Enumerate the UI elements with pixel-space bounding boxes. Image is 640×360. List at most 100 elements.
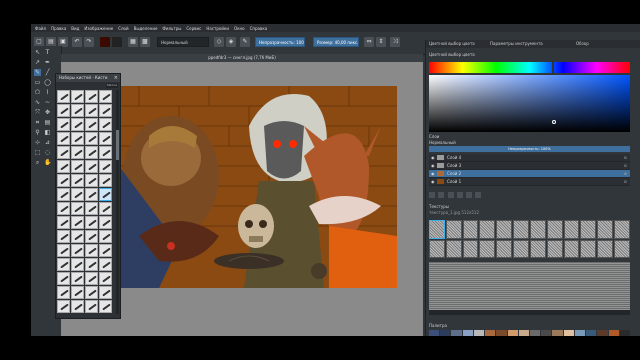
brush-preset-46[interactable] [71, 244, 84, 257]
ellipse-tool-icon[interactable]: ◯ [44, 79, 51, 86]
pan-tool-icon[interactable]: ✋ [44, 159, 51, 166]
saturation-value-square[interactable] [429, 75, 630, 132]
menu-image[interactable]: Изображение [84, 26, 113, 31]
pattern-item[interactable] [462, 239, 479, 258]
eye-icon[interactable]: ◉ [431, 155, 435, 160]
pattern-item[interactable] [597, 220, 614, 239]
palette-swatch[interactable] [496, 330, 507, 336]
pattern-item[interactable] [462, 220, 479, 239]
gradient-tool-icon[interactable]: ▤ [44, 119, 51, 126]
brush-preset-4[interactable] [99, 90, 112, 103]
brush-preset-24[interactable] [99, 160, 112, 173]
brush-preset-3[interactable] [85, 90, 98, 103]
brush-preset-icon[interactable]: ✎ [240, 37, 250, 47]
color-picker-icon[interactable]: ⚲ [34, 129, 41, 136]
brush-preset-62[interactable] [71, 300, 84, 313]
palette-swatch[interactable] [440, 330, 451, 336]
move-layer-down-icon[interactable] [456, 192, 463, 198]
palette-swatch[interactable] [507, 330, 518, 336]
undo-icon[interactable]: ↶ [72, 37, 82, 47]
redo-icon[interactable]: ↷ [84, 37, 94, 47]
hue-handle[interactable] [552, 60, 554, 75]
brush-preset-64[interactable] [99, 300, 112, 313]
brush-preset-61[interactable] [57, 300, 70, 313]
add-layer-icon[interactable] [429, 192, 435, 198]
foreground-color-swatch[interactable] [100, 37, 110, 47]
brush-panel-scrollbar[interactable] [116, 90, 119, 314]
pattern-item[interactable] [513, 239, 529, 258]
layer-row[interactable]: ◉ Слой 1 ⊙ [429, 178, 630, 186]
size-slider[interactable]: Размер: 40,00 пикс. [313, 37, 359, 47]
scrollbar-thumb[interactable] [116, 130, 119, 160]
crop-tool-icon[interactable]: ⌗ [34, 119, 41, 126]
brush-preset-19[interactable] [85, 146, 98, 159]
menu-settings[interactable]: Настройки [206, 26, 229, 31]
eye-icon[interactable]: ◉ [431, 179, 435, 184]
brush-preset-10[interactable] [71, 118, 84, 131]
menu-window[interactable]: Окно [234, 26, 245, 31]
duplicate-layer-icon[interactable] [438, 192, 445, 198]
pattern-item[interactable] [529, 220, 546, 239]
brush-preset-26[interactable] [71, 174, 84, 187]
brush-preset-54[interactable] [71, 272, 84, 285]
brush-preset-21[interactable] [57, 160, 70, 173]
hue-slider[interactable] [429, 62, 630, 73]
color-picker-handle[interactable] [552, 120, 556, 124]
text-tool-icon[interactable]: T [44, 49, 51, 56]
pattern-item[interactable] [445, 239, 462, 258]
pattern-scale-slider[interactable] [429, 310, 630, 315]
brush-preset-32[interactable] [99, 188, 112, 201]
brush-preset-37[interactable] [57, 216, 70, 229]
lock-icon[interactable]: ⊙ [624, 178, 627, 185]
brush-preset-15[interactable] [85, 132, 98, 145]
pattern-item[interactable] [429, 220, 445, 239]
menu-edit[interactable]: Правка [51, 26, 66, 31]
brush-preset-17[interactable] [57, 146, 70, 159]
lock-icon[interactable]: ⊙ [624, 170, 627, 177]
brush-preset-45[interactable] [57, 244, 70, 257]
pattern-item[interactable] [529, 239, 546, 258]
pattern-item[interactable] [479, 239, 496, 258]
move-layer-up-icon[interactable] [447, 192, 454, 198]
palette-swatch[interactable] [563, 330, 574, 336]
menu-view[interactable]: Вид [71, 26, 79, 31]
blend-mode-select[interactable]: Нормальный [157, 37, 209, 47]
brush-preset-36[interactable] [99, 202, 112, 215]
brush-preset-8[interactable] [99, 104, 112, 117]
layer-opacity-slider[interactable]: Непрозрачность: 100% [429, 146, 630, 152]
palette-swatch[interactable] [429, 330, 440, 336]
brush-preset-52[interactable] [99, 258, 112, 271]
brush-preset-39[interactable] [85, 216, 98, 229]
zoom-tool-icon[interactable]: ⌕ [34, 159, 41, 166]
calligraphy-icon[interactable]: ✒ [44, 59, 51, 66]
brush-preset-63[interactable] [85, 300, 98, 313]
pattern-item[interactable] [429, 239, 445, 258]
freehand-brush-icon[interactable]: ✎ [34, 69, 41, 76]
palette-swatch[interactable] [485, 330, 496, 336]
brush-preset-25[interactable] [57, 174, 70, 187]
assistant-tool-icon[interactable]: ⊹ [34, 139, 41, 146]
eye-icon[interactable]: ◉ [431, 171, 435, 176]
polygon-tool-icon[interactable]: ⬠ [34, 89, 41, 96]
menu-layer[interactable]: Слой [118, 26, 128, 31]
eraser-mode-icon[interactable]: ◇ [214, 37, 224, 47]
pattern-item[interactable] [513, 220, 529, 239]
tab-color-selector[interactable]: Цветной выбор цвета [429, 40, 475, 48]
layer-row[interactable]: ◉ Слой 4 ⊙ [429, 154, 630, 162]
brush-preset-20[interactable] [99, 146, 112, 159]
pattern-item[interactable] [445, 220, 462, 239]
brush-preset-11[interactable] [85, 118, 98, 131]
pattern-item[interactable] [546, 239, 563, 258]
measure-tool-icon[interactable]: ⊿ [44, 139, 51, 146]
palette-swatch[interactable] [574, 330, 586, 336]
brush-preset-30[interactable] [71, 188, 84, 201]
layer-properties-icon[interactable] [466, 192, 473, 198]
pattern-item[interactable] [563, 239, 580, 258]
polyline-tool-icon[interactable]: ⌇ [44, 89, 51, 96]
brush-preset-53[interactable] [57, 272, 70, 285]
brush-preset-51[interactable] [85, 258, 98, 271]
palette-swatch[interactable] [586, 330, 597, 336]
brush-preset-28[interactable] [99, 174, 112, 187]
fill-tool-icon[interactable]: ◧ [44, 129, 51, 136]
preserve-alpha-icon[interactable]: ◈ [226, 37, 236, 47]
